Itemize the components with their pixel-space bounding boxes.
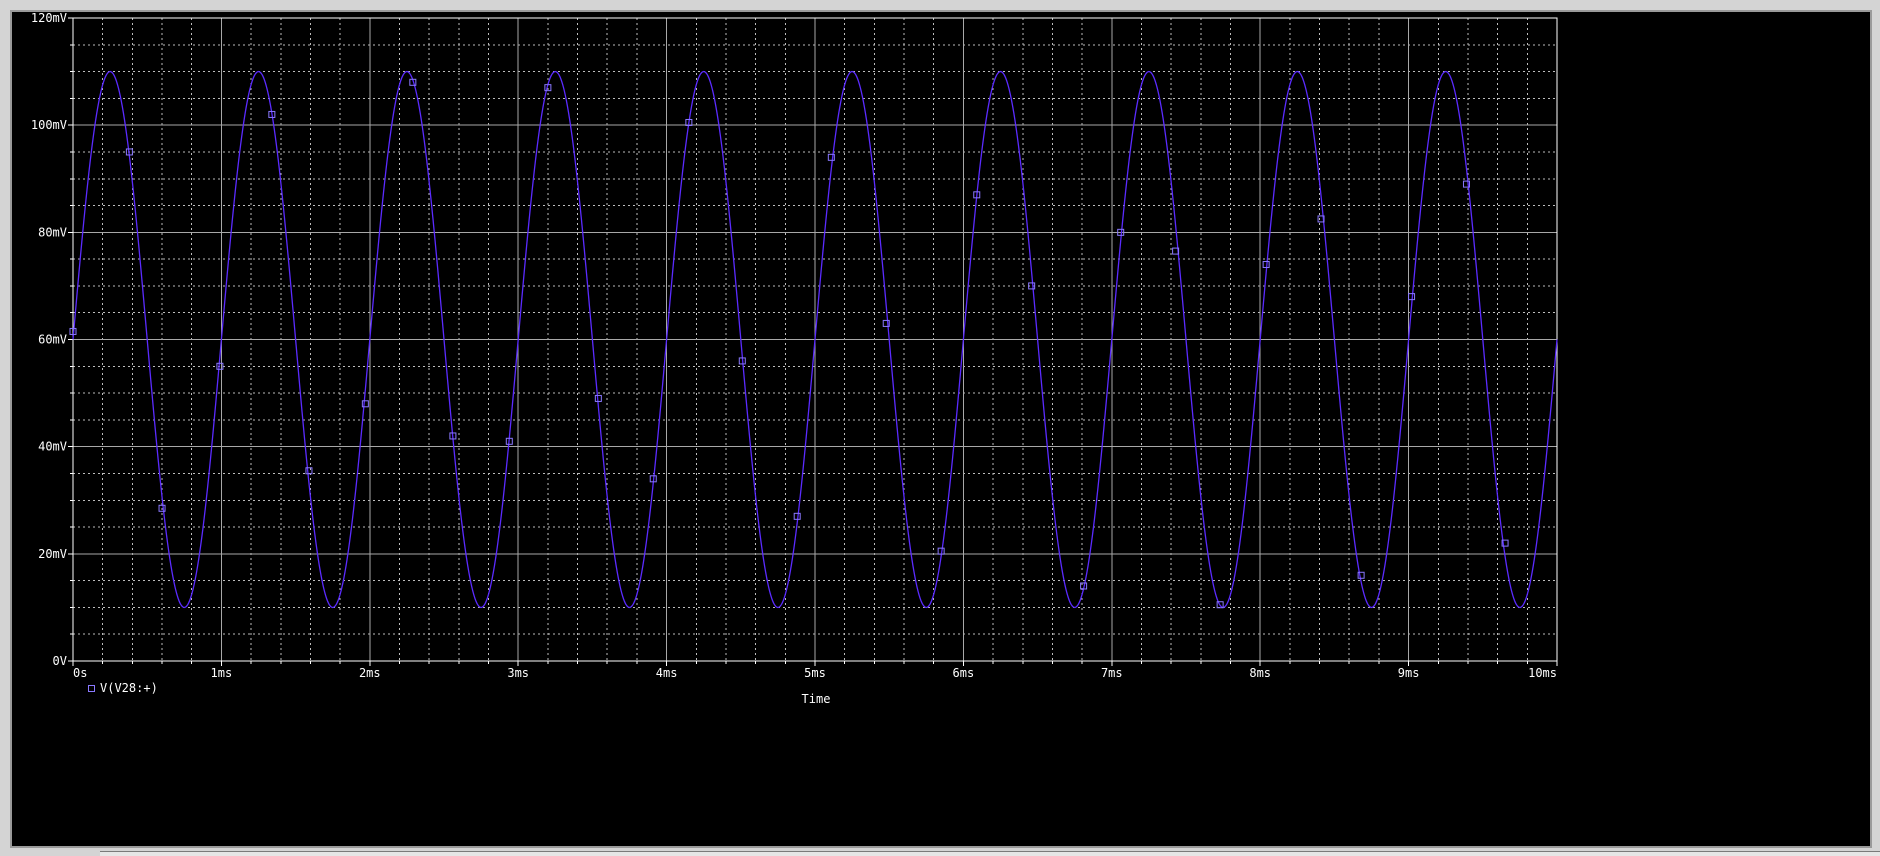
- y-tick-label: 40mV: [38, 440, 67, 454]
- x-tick-label: 1ms: [211, 666, 233, 680]
- x-tick-label: 8ms: [1249, 666, 1271, 680]
- x-tick-label: 10ms: [1528, 666, 1557, 680]
- y-tick-label: 20mV: [38, 547, 67, 561]
- x-tick-label: 0s: [73, 666, 87, 680]
- probe-plot[interactable]: 0s 1ms 2ms 3ms 4ms 5ms 6ms 7ms 8ms 9ms 10ms 0V 20mV…: [12, 12, 1870, 846]
- x-tick-label: 9ms: [1398, 666, 1420, 680]
- legend-marker-icon: [88, 685, 95, 692]
- legend[interactable]: V(V28:+): [88, 681, 158, 695]
- y-tick-label: 100mV: [31, 118, 67, 132]
- y-tick-label: 120mV: [31, 12, 67, 25]
- y-tick-label: 0V: [53, 654, 67, 668]
- legend-label[interactable]: V(V28:+): [100, 681, 158, 695]
- x-tick-label: 7ms: [1101, 666, 1123, 680]
- trace-markers: [69, 78, 1509, 609]
- plot-axes: [68, 17, 1558, 666]
- x-axis-ticks: 0s 1ms 2ms 3ms 4ms 5ms 6ms 7ms 8ms 9ms 10ms: [73, 666, 1557, 680]
- x-tick-label: 3ms: [507, 666, 529, 680]
- y-tick-label: 60mV: [38, 333, 67, 347]
- y-axis-ticks: 0V 20mV 40mV 60mV 80mV 100mV 120mV: [31, 12, 67, 668]
- window-bottom-edge: [100, 851, 1880, 856]
- x-tick-label: 2ms: [359, 666, 381, 680]
- x-axis-title: Time: [802, 692, 831, 706]
- x-tick-label: 5ms: [804, 666, 826, 680]
- plot-window: 0s 1ms 2ms 3ms 4ms 5ms 6ms 7ms 8ms 9ms 10ms 0V 20mV…: [10, 10, 1872, 848]
- y-tick-label: 80mV: [38, 225, 67, 239]
- x-tick-label: 6ms: [953, 666, 975, 680]
- x-tick-label: 4ms: [656, 666, 678, 680]
